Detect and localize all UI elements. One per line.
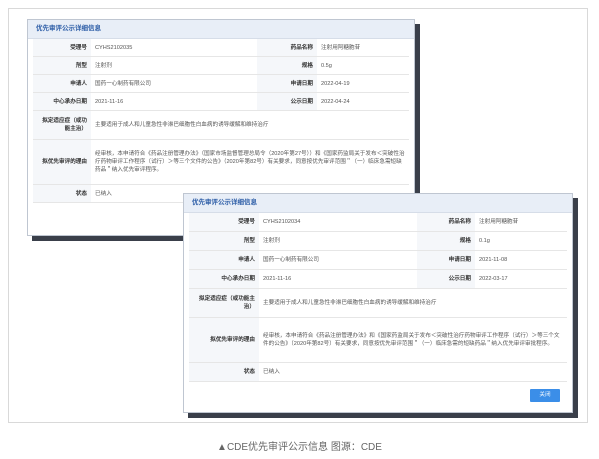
detail-table: 受理号 CYHS2102035 药品名称 注射用阿糖胞苷 剂型 注射剂 规格 0…	[33, 39, 409, 203]
value-accept-no: CYHS2102035	[91, 39, 257, 57]
label-spec: 规格	[257, 56, 317, 75]
label-drug-name: 药品名称	[257, 39, 317, 57]
detail-table: 受理号 CYHS2102034 药品名称 注射用阿糖胞苷 剂型 注射剂 规格 0…	[189, 213, 567, 382]
panel-title: 优先审评公示详细信息	[184, 194, 572, 213]
label-indication: 拟定适应症（或功能主治）	[33, 110, 91, 140]
value-applicant: 国药一心制药有限公司	[91, 74, 257, 93]
value-indication: 主要适用于成人和儿童急性非淋巴细胞性白血病的诱导缓解和维持治疗	[91, 110, 409, 140]
label-center-accept-date: 中心承办日期	[33, 92, 91, 111]
label-form: 剂型	[33, 56, 91, 75]
label-center-accept-date: 中心承办日期	[189, 269, 259, 289]
label-drug-name: 药品名称	[417, 213, 475, 232]
value-indication: 主要适用于成人和儿童急性非淋巴细胞性白血病的诱导缓解和维持治疗	[259, 288, 567, 318]
table-row: 申请人 国药一心制药有限公司 申请日期 2022-04-19	[33, 74, 409, 93]
table-row: 受理号 CYHS2102035 药品名称 注射用阿糖胞苷	[33, 39, 409, 57]
label-status: 状态	[189, 362, 259, 382]
value-accept-no: CYHS2102034	[259, 213, 417, 232]
label-reason: 拟优先审评的理由	[189, 317, 259, 363]
table-row: 中心承办日期 2021-11-16 公示日期 2022-03-17	[189, 269, 567, 289]
label-apply-date: 申请日期	[417, 250, 475, 270]
panel-title: 优先审评公示详细信息	[28, 20, 414, 39]
label-form: 剂型	[189, 231, 259, 251]
table-row: 申请人 国药一心制药有限公司 申请日期 2021-11-08	[189, 250, 567, 270]
value-drug-name: 注射用阿糖胞苷	[475, 213, 567, 232]
table-row: 拟定适应症（或功能主治） 主要适用于成人和儿童急性非淋巴细胞性白血病的诱导缓解和…	[33, 110, 409, 140]
label-publicity-date: 公示日期	[257, 92, 317, 111]
label-accept-no: 受理号	[33, 39, 91, 57]
value-publicity-date: 2022-04-24	[317, 92, 409, 111]
table-row: 剂型 注射剂 规格 0.1g	[189, 231, 567, 251]
label-applicant: 申请人	[33, 74, 91, 93]
value-publicity-date: 2022-03-17	[475, 269, 567, 289]
table-row: 中心承办日期 2021-11-16 公示日期 2022-04-24	[33, 92, 409, 111]
label-status: 状态	[33, 184, 91, 203]
image-caption: ▲CDE优先审评公示信息 图源：CDE	[217, 442, 382, 453]
value-apply-date: 2022-04-19	[317, 74, 409, 93]
table-row: 受理号 CYHS2102034 药品名称 注射用阿糖胞苷	[189, 213, 567, 232]
detail-panel-front: 优先审评公示详细信息 受理号 CYHS2102034 药品名称 注射用阿糖胞苷 …	[183, 193, 573, 413]
value-spec: 0.1g	[475, 231, 567, 251]
close-button[interactable]: 关闭	[530, 389, 560, 402]
label-apply-date: 申请日期	[257, 74, 317, 93]
value-drug-name: 注射用阿糖胞苷	[317, 39, 409, 57]
value-applicant: 国药一心制药有限公司	[259, 250, 417, 270]
label-accept-no: 受理号	[189, 213, 259, 232]
value-reason: 经审核，本申请符合《药品注册管理办法》和《国家药监局关于发布＜突破性治疗药物审评…	[259, 317, 567, 363]
value-center-accept-date: 2021-11-16	[91, 92, 257, 111]
table-row: 拟优先审评的理由 经审核，本申请符合《药品注册管理办法》（国家市场监督管理总局令…	[33, 139, 409, 185]
table-row: 剂型 注射剂 规格 0.5g	[33, 56, 409, 75]
value-reason: 经审核，本申请符合《药品注册管理办法》（国家市场监督管理总局令（2020年第27…	[91, 139, 409, 185]
label-publicity-date: 公示日期	[417, 269, 475, 289]
value-spec: 0.5g	[317, 56, 409, 75]
value-form: 注射剂	[91, 56, 257, 75]
table-row: 状态 已纳入	[189, 362, 567, 382]
label-spec: 规格	[417, 231, 475, 251]
label-applicant: 申请人	[189, 250, 259, 270]
label-indication: 拟定适应症（或功能主治）	[189, 288, 259, 318]
value-status: 已纳入	[259, 362, 567, 382]
table-row: 拟优先审评的理由 经审核，本申请符合《药品注册管理办法》和《国家药监局关于发布＜…	[189, 317, 567, 363]
value-form: 注射剂	[259, 231, 417, 251]
label-reason: 拟优先审评的理由	[33, 139, 91, 185]
table-row: 拟定适应症（或功能主治） 主要适用于成人和儿童急性非淋巴细胞性白血病的诱导缓解和…	[189, 288, 567, 318]
value-center-accept-date: 2021-11-16	[259, 269, 417, 289]
value-apply-date: 2021-11-08	[475, 250, 567, 270]
